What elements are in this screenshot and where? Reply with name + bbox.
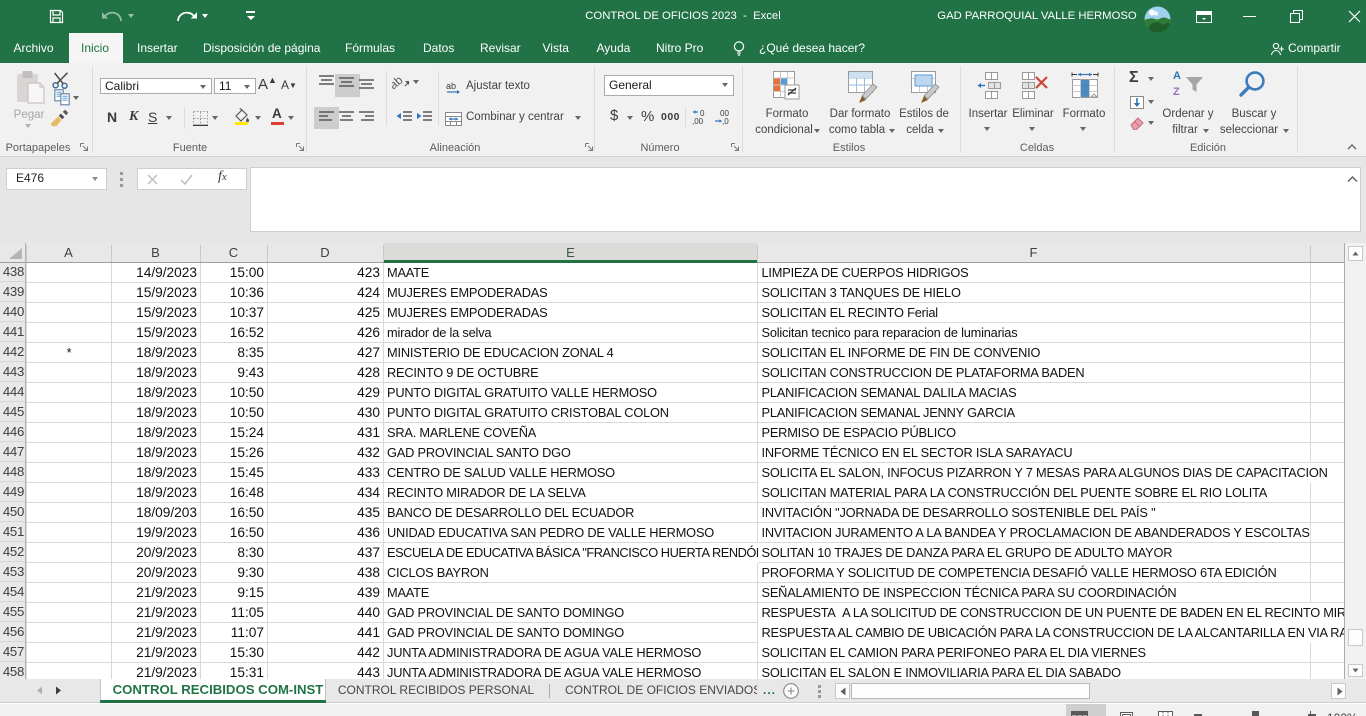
svg-text:,00: ,00 xyxy=(692,117,704,125)
svg-text:ab: ab xyxy=(446,81,456,91)
svg-text:ab: ab xyxy=(392,74,406,90)
svg-text:,0: ,0 xyxy=(722,117,729,125)
